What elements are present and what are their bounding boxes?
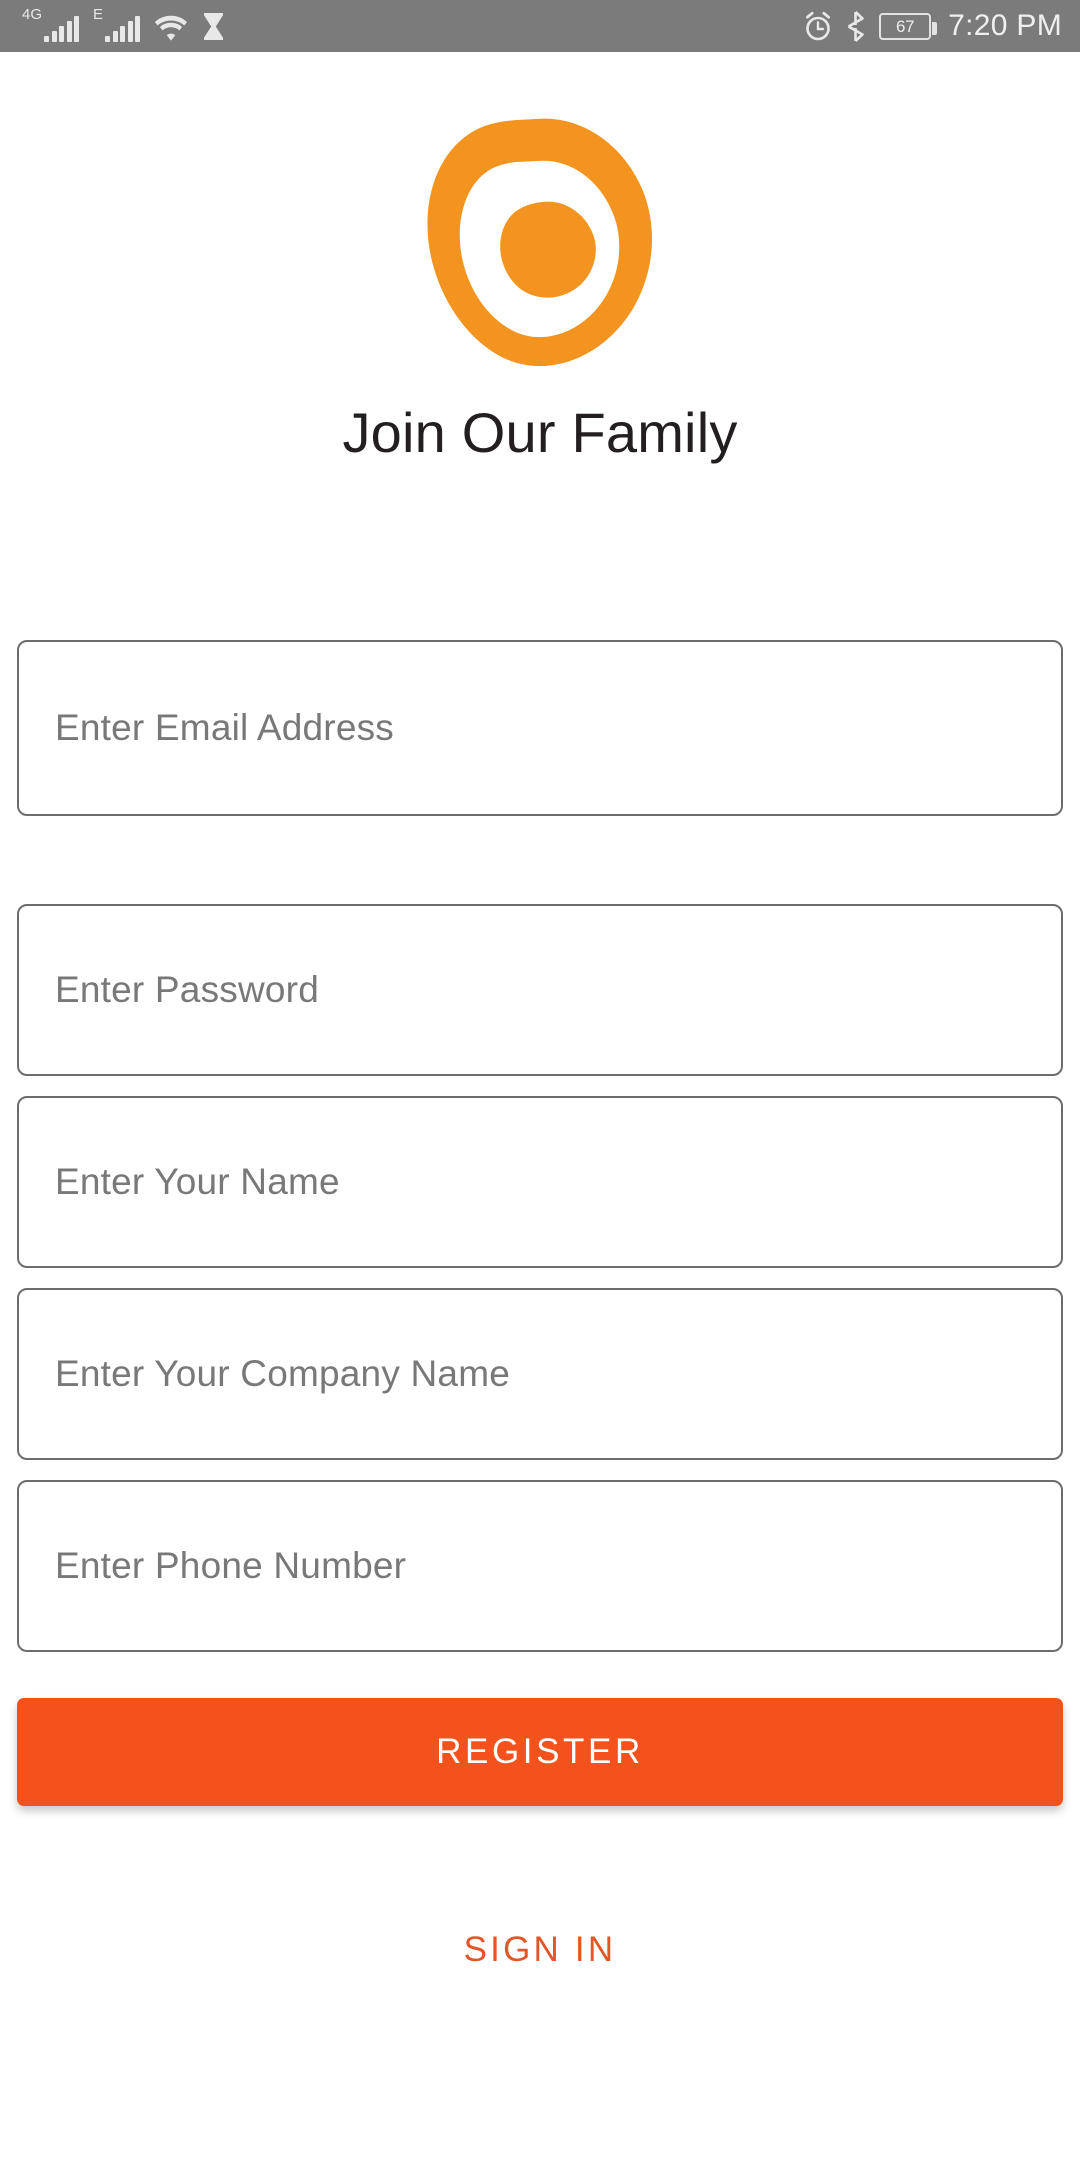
phone-field[interactable]: Enter Phone Number [17, 1480, 1063, 1652]
signal-4g-bars [44, 16, 80, 42]
alarm-icon [803, 11, 833, 42]
sign-in-link[interactable]: SIGN IN [0, 1930, 1080, 1970]
signal-edge-bars [105, 16, 141, 42]
status-bar-right-group: 67 7:20 PM [803, 11, 1062, 42]
signal-4g-label: 4G [22, 6, 43, 23]
register-button[interactable]: REGISTER [17, 1698, 1063, 1806]
company-name-field[interactable]: Enter Your Company Name [17, 1288, 1063, 1460]
signal-4g-icon: 4G [22, 6, 80, 42]
password-field-placeholder: Enter Password [55, 969, 319, 1010]
page-title: Join Our Family [342, 401, 738, 464]
company-name-field-placeholder: Enter Your Company Name [55, 1353, 511, 1394]
status-bar-left-group: 4G E [22, 0, 225, 52]
app-logo-icon [427, 118, 653, 367]
phone-field-placeholder: Enter Phone Number [55, 1545, 407, 1586]
full-name-field-placeholder: Enter Your Name [55, 1161, 340, 1202]
registration-screen: 4G E 67 7:20 PM Join Our Family Enter Em… [0, 0, 1080, 2160]
signal-edge-label: E [93, 6, 104, 23]
wifi-icon [154, 14, 188, 42]
full-name-field[interactable]: Enter Your Name [17, 1096, 1063, 1268]
signal-edge-icon: E [93, 6, 141, 42]
battery-icon: 67 [879, 12, 938, 40]
email-field[interactable]: Enter Email Address [17, 640, 1063, 816]
logo-container [0, 112, 1080, 374]
password-field[interactable]: Enter Password [17, 904, 1063, 1076]
bluetooth-icon [846, 10, 866, 42]
status-bar: 4G E 67 7:20 PM [0, 0, 1080, 52]
status-bar-clock: 7:20 PM [948, 9, 1062, 42]
email-field-placeholder: Enter Email Address [55, 707, 395, 748]
battery-level-label: 67 [896, 16, 915, 36]
hourglass-icon [202, 12, 225, 42]
